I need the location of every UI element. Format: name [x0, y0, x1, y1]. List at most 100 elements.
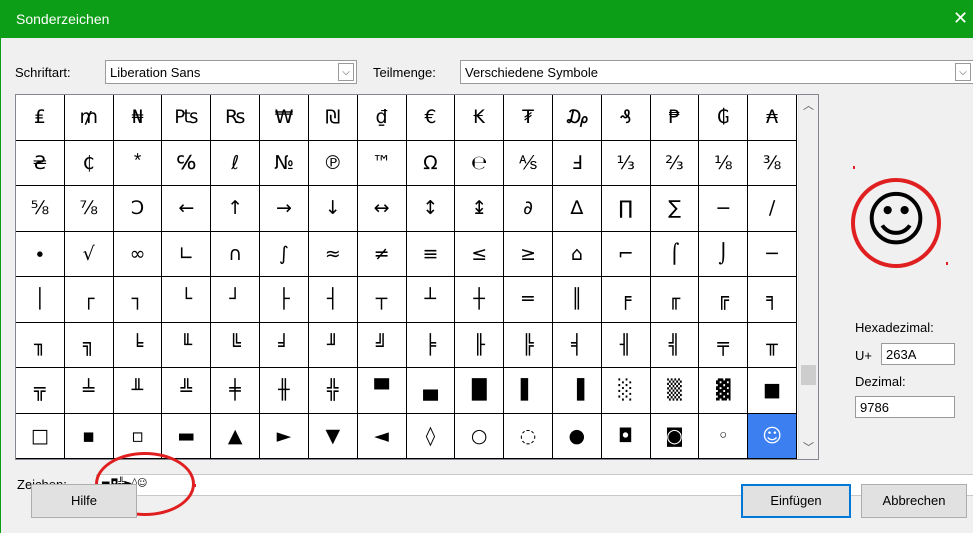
char-cell[interactable]: ╟ [455, 322, 505, 368]
char-cell[interactable]: ⅓ [601, 140, 651, 186]
char-cell[interactable]: ∫ [260, 231, 309, 277]
char-cell[interactable]: ◊ [406, 413, 456, 459]
char-cell[interactable]: ═ [504, 277, 553, 323]
char-cell[interactable]: ≠ [357, 231, 407, 277]
char-cell[interactable]: ╨ [113, 368, 163, 414]
char-cell[interactable]: ╗ [64, 322, 114, 368]
char-cell[interactable]: ◄ [357, 413, 407, 459]
char-cell[interactable]: ╫ [260, 368, 309, 414]
char-cell[interactable]: ₴ [16, 140, 65, 186]
char-cell[interactable]: ⌠ [650, 231, 700, 277]
char-cell[interactable]: ╠ [504, 322, 553, 368]
char-cell[interactable]: ↔ [357, 186, 407, 232]
char-cell[interactable]: ╩ [162, 368, 212, 414]
char-cell[interactable]: ┼ [455, 277, 505, 323]
char-cell[interactable]: ∏ [601, 186, 651, 232]
char-cell[interactable]: ┤ [308, 277, 358, 323]
char-cell[interactable]: ₪ [308, 95, 358, 141]
char-cell[interactable]: ℓ [211, 140, 261, 186]
char-cell[interactable]: ┌ [64, 277, 114, 323]
char-cell[interactable]: ╢ [601, 322, 651, 368]
scroll-down-icon[interactable]: ﹀ [799, 439, 818, 457]
char-cell[interactable]: ╜ [308, 322, 358, 368]
char-cell[interactable]: ╖ [16, 322, 65, 368]
char-cell[interactable]: ∩ [211, 231, 261, 277]
char-cell[interactable]: ← [162, 186, 212, 232]
scroll-up-icon[interactable]: ︿ [799, 97, 818, 115]
char-cell[interactable]: ∑ [650, 186, 700, 232]
grid-scrollbar[interactable]: ︿ ﹀ [798, 95, 818, 459]
chevron-down-icon[interactable]: ⌵ [955, 63, 971, 81]
char-cell[interactable]: − [699, 186, 749, 232]
char-cell[interactable]: ⅞ [64, 186, 114, 232]
char-cell[interactable]: → [260, 186, 309, 232]
char-cell[interactable]: ╪ [211, 368, 261, 414]
char-cell[interactable]: ▐ [552, 368, 602, 414]
char-cell[interactable]: ▪ [64, 413, 114, 459]
char-cell[interactable]: ▄ [406, 368, 456, 414]
char-cell[interactable]: ∟ [162, 231, 212, 277]
char-cell[interactable]: ○ [455, 413, 505, 459]
scrollbar-thumb[interactable] [801, 365, 816, 385]
char-cell[interactable]: ≤ [455, 231, 505, 277]
char-cell[interactable]: ↑ [211, 186, 261, 232]
char-cell[interactable]: ◘ [601, 413, 651, 459]
char-cell[interactable]: ₥ [64, 95, 114, 141]
char-cell[interactable]: ₫ [357, 95, 407, 141]
char-cell[interactable]: ╧ [64, 368, 114, 414]
char-cell[interactable]: ╔ [699, 277, 749, 323]
char-cell[interactable]: ↨ [455, 186, 505, 232]
char-cell[interactable]: ₱ [650, 95, 700, 141]
char-cell[interactable]: Ⅎ [552, 140, 602, 186]
help-button[interactable]: Hilfe [31, 484, 137, 518]
char-cell[interactable]: ▌ [504, 368, 553, 414]
char-cell[interactable]: ┐ [113, 277, 163, 323]
char-cell[interactable]: ₰ [601, 95, 651, 141]
char-cell[interactable]: ∆ [552, 186, 602, 232]
char-cell[interactable]: ⅛ [699, 140, 749, 186]
char-cell[interactable]: ╞ [406, 322, 456, 368]
cancel-button[interactable]: Abbrechen [861, 484, 967, 518]
char-cell[interactable]: ⅜ [748, 140, 797, 186]
char-cell[interactable]: ⃰ [113, 140, 163, 186]
char-cell[interactable]: ╙ [162, 322, 212, 368]
char-cell[interactable]: ▀ [357, 368, 407, 414]
hex-input[interactable]: 263A [881, 343, 955, 365]
char-cell[interactable]: ╝ [357, 322, 407, 368]
char-cell[interactable]: ╕ [748, 277, 797, 323]
char-cell[interactable]: ◦ [699, 413, 749, 459]
font-select[interactable]: Liberation Sans ⌵ [105, 60, 357, 84]
char-cell[interactable]: ⌂ [552, 231, 602, 277]
char-cell[interactable]: ╓ [650, 277, 700, 323]
char-cell[interactable]: ₵ [64, 140, 114, 186]
subset-select[interactable]: Verschiedene Symbole ⌵ [460, 60, 973, 84]
char-cell[interactable]: ⅔ [650, 140, 700, 186]
char-cell[interactable]: ₦ [113, 95, 163, 141]
char-cell[interactable]: ₭ [455, 95, 505, 141]
close-icon[interactable]: ✕ [953, 8, 973, 29]
char-cell[interactable]: ┴ [406, 277, 456, 323]
dec-input[interactable]: 9786 [855, 396, 955, 418]
char-cell[interactable]: ◙ [650, 413, 700, 459]
char-cell[interactable]: ╛ [260, 322, 309, 368]
char-cell[interactable]: ⅝ [16, 186, 65, 232]
char-cell[interactable]: ├ [260, 277, 309, 323]
char-cell[interactable]: │ [16, 277, 65, 323]
char-cell[interactable]: █ [455, 368, 505, 414]
char-cell[interactable]: Ω [406, 140, 456, 186]
char-cell[interactable]: ₨ [211, 95, 261, 141]
char-cell[interactable]: ₧ [162, 95, 212, 141]
char-cell[interactable]: ─ [748, 231, 797, 277]
char-cell[interactable]: ▒ [650, 368, 700, 414]
char-cell[interactable]: ☺ [748, 413, 797, 459]
char-cell[interactable]: ╒ [601, 277, 651, 323]
char-cell[interactable]: ╣ [650, 322, 700, 368]
char-cell[interactable]: ▓ [699, 368, 749, 414]
char-cell[interactable]: ↕ [406, 186, 456, 232]
char-cell[interactable]: ⅍ [504, 140, 553, 186]
char-cell[interactable]: ↓ [308, 186, 358, 232]
char-cell[interactable]: ™ [357, 140, 407, 186]
char-cell[interactable]: ● [552, 413, 602, 459]
char-cell[interactable]: ╥ [748, 322, 797, 368]
char-cell[interactable]: ₮ [504, 95, 553, 141]
